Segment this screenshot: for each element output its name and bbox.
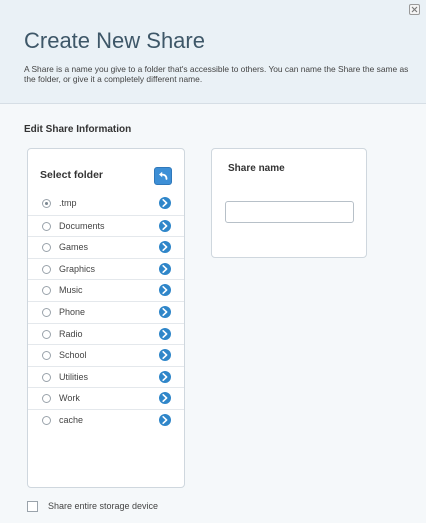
folder-row[interactable]: Work — [28, 387, 184, 409]
folder-row[interactable]: cache — [28, 408, 184, 431]
folder-radio[interactable] — [42, 394, 51, 404]
folder-name: School — [59, 350, 87, 361]
chevron-right-icon — [162, 351, 168, 360]
open-folder-button[interactable] — [159, 413, 171, 426]
folder-radio[interactable] — [42, 351, 51, 361]
folder-name: Music — [59, 285, 83, 296]
folder-radio[interactable] — [42, 221, 51, 231]
folder-name: Work — [59, 393, 80, 404]
chevron-right-icon — [162, 264, 168, 273]
chevron-right-icon — [162, 415, 168, 424]
open-folder-button[interactable] — [159, 241, 171, 254]
folder-radio[interactable] — [42, 307, 51, 317]
back-button[interactable] — [154, 167, 172, 185]
back-arrow-icon — [159, 171, 168, 180]
folder-radio[interactable] — [42, 264, 51, 274]
folder-row[interactable]: Utilities — [28, 365, 184, 388]
folder-name: Graphics — [59, 263, 96, 274]
folder-list: .tmp Documents Games Graphics Music Phone Radi… — [28, 193, 184, 431]
folder-radio[interactable] — [42, 372, 51, 382]
folder-name: Games — [59, 242, 89, 253]
folder-name: Utilities — [59, 371, 89, 382]
chevron-right-icon — [162, 307, 168, 316]
folder-name: cache — [59, 414, 84, 425]
chevron-right-icon — [162, 221, 168, 230]
share-name-panel: Share name — [211, 148, 367, 258]
open-folder-button[interactable] — [159, 327, 171, 340]
folder-row[interactable]: Graphics — [28, 257, 184, 280]
folder-name: Radio — [59, 328, 83, 339]
share-name-label: Share name — [228, 163, 285, 174]
folder-row[interactable]: Music — [28, 279, 184, 301]
folder-name: Documents — [59, 220, 105, 231]
folder-radio[interactable] — [42, 415, 51, 425]
folder-radio[interactable] — [42, 329, 51, 339]
folder-radio[interactable] — [42, 199, 51, 208]
folder-panel-title: Select folder — [40, 169, 104, 181]
share-name-input[interactable] — [225, 201, 354, 223]
folder-panel-header: Select folder — [28, 149, 184, 189]
folder-radio[interactable] — [42, 286, 51, 296]
dialog-header: Create New Share A Share is a name you g… — [0, 0, 426, 104]
section-title: Edit Share Information — [24, 124, 132, 135]
share-entire-checkbox[interactable] — [27, 501, 38, 512]
chevron-right-icon — [162, 329, 168, 338]
open-folder-button[interactable] — [159, 392, 171, 405]
open-folder-button[interactable] — [159, 219, 171, 232]
create-share-dialog: Create New Share A Share is a name you g… — [0, 0, 426, 523]
folder-name: Phone — [59, 306, 86, 317]
folder-row[interactable]: Phone — [28, 300, 184, 323]
dialog-description: A Share is a name you give to a folder t… — [24, 64, 409, 84]
folder-row[interactable]: Documents — [28, 214, 184, 237]
share-entire-label: Share entire storage device — [48, 501, 159, 511]
page-title: Create New Share — [24, 28, 205, 53]
open-folder-button[interactable] — [159, 197, 171, 209]
close-button[interactable] — [409, 4, 420, 15]
open-folder-button[interactable] — [159, 262, 171, 275]
chevron-right-icon — [162, 199, 168, 207]
open-folder-button[interactable] — [159, 370, 171, 383]
open-folder-button[interactable] — [159, 284, 171, 297]
folder-row[interactable]: School — [28, 344, 184, 366]
folder-row[interactable]: .tmp — [28, 193, 184, 215]
folder-row[interactable]: Games — [28, 236, 184, 258]
close-icon — [411, 6, 418, 13]
folder-radio[interactable] — [42, 243, 51, 253]
folder-name: .tmp — [59, 198, 77, 208]
chevron-right-icon — [162, 372, 168, 381]
folder-row[interactable]: Radio — [28, 322, 184, 345]
chevron-right-icon — [162, 394, 168, 403]
chevron-right-icon — [162, 243, 168, 252]
open-folder-button[interactable] — [159, 305, 171, 318]
chevron-right-icon — [162, 286, 168, 295]
folder-panel: Select folder .tmp Documents Games Graphics… — [27, 148, 185, 488]
open-folder-button[interactable] — [159, 349, 171, 362]
